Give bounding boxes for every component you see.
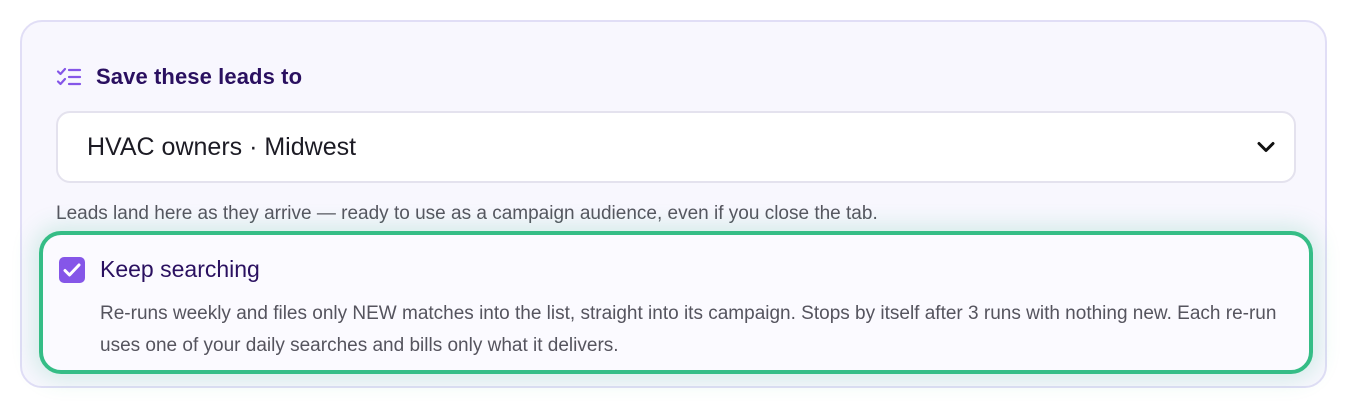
section-title: Save these leads to [96,64,303,89]
lead-list-select[interactable]: HVAC owners · Midwest [56,111,1296,183]
keep-searching-checkbox[interactable] [59,257,85,283]
keep-searching-label[interactable]: Keep searching [100,256,260,283]
helper-text: Leads land here as they arrive — ready t… [56,203,878,224]
lead-list-selected-value: HVAC owners · Midwest [87,132,357,161]
keep-searching-description: Re-runs weekly and files only NEW matche… [100,303,1277,356]
chevron-down-icon [1256,137,1276,157]
checkmark-icon [63,263,81,277]
keep-searching-panel: Keep searching Re-runs weekly and files … [39,231,1313,374]
list-check-icon [56,66,82,88]
section-header: Save these leads to [56,62,302,92]
save-leads-card: Save these leads to HVAC owners · Midwes… [20,20,1327,388]
